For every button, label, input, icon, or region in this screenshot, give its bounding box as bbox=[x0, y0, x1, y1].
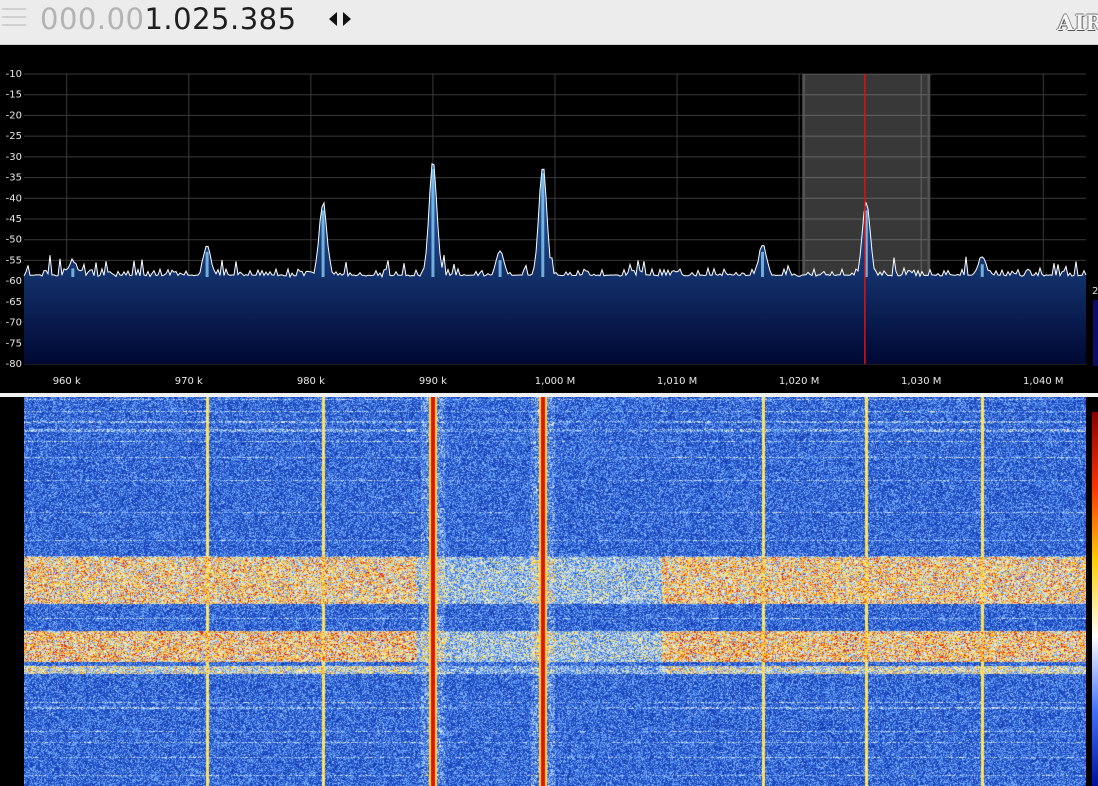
db-tick-label: -70 bbox=[6, 318, 22, 329]
freq-tick-label: 1,020 M bbox=[779, 376, 819, 387]
db-tick-label: -10 bbox=[6, 69, 22, 80]
waterfall-display[interactable] bbox=[24, 397, 1086, 786]
db-tick-label: -60 bbox=[6, 276, 22, 287]
freq-tick-label: 1,000 M bbox=[535, 376, 575, 387]
freq-tick-label: 1,010 M bbox=[657, 376, 697, 387]
db-tick-label: -20 bbox=[6, 110, 22, 121]
drag-handle-icon[interactable] bbox=[0, 2, 30, 38]
frequency-toolbar: 000.001.025.385 AIR bbox=[0, 0, 1098, 45]
db-tick-label: -35 bbox=[6, 173, 22, 184]
freq-tick-label: 990 k bbox=[419, 376, 447, 387]
fft-spectrum-plot[interactable]: -10 -15 -20 -25 -30 -35 -40 -45 -50 -55 -60 -65 -70 -… bbox=[0, 60, 1098, 393]
frequency-leading-zeros[interactable]: 000.00 bbox=[40, 2, 144, 36]
freq-tick-label: 1,030 M bbox=[901, 376, 941, 387]
freq-tick-label: 960 k bbox=[53, 376, 81, 387]
db-tick-label: -50 bbox=[6, 235, 22, 246]
db-tick-label: -30 bbox=[6, 152, 22, 163]
db-tick-label: -65 bbox=[6, 297, 22, 308]
frequency-display[interactable]: 000.001.025.385 bbox=[40, 0, 297, 39]
db-tick-label: -45 bbox=[6, 214, 22, 225]
frequency-value[interactable]: 1.025.385 bbox=[144, 2, 296, 36]
spectrum-side-scale-label: 2 bbox=[1092, 286, 1098, 297]
db-tick-label: -25 bbox=[6, 131, 22, 142]
brand-logo: AIR bbox=[1057, 10, 1098, 35]
db-tick-label: -80 bbox=[6, 359, 22, 370]
db-tick-label: -55 bbox=[6, 255, 22, 266]
spectrum-side-scale bbox=[1093, 300, 1098, 366]
freq-tick-label: 1,040 M bbox=[1023, 376, 1063, 387]
left-right-arrows-icon[interactable] bbox=[327, 10, 355, 28]
freq-tick-label: 970 k bbox=[175, 376, 203, 387]
db-tick-label: -75 bbox=[6, 338, 22, 349]
freq-tick-label: 980 k bbox=[297, 376, 325, 387]
db-tick-label: -40 bbox=[6, 193, 22, 204]
waterfall-panel bbox=[0, 397, 1098, 786]
db-tick-label: -15 bbox=[6, 90, 22, 101]
waterfall-color-scale bbox=[1092, 412, 1098, 786]
